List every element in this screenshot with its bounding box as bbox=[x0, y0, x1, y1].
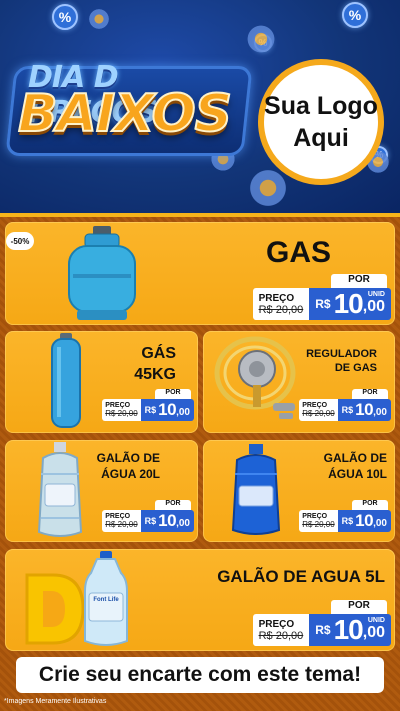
title-baixos: BAIXOS bbox=[17, 83, 233, 145]
old-price-label: PREÇO bbox=[258, 618, 295, 630]
disclaimer-text: *Imagens Meramente Ilustrativas bbox=[4, 698, 107, 705]
old-price-box: PREÇO R$ 20,00 bbox=[102, 510, 141, 532]
logo-line1: Sua Logo bbox=[264, 92, 378, 120]
old-price-label: PREÇO bbox=[302, 513, 328, 520]
old-price: R$ 20,00 bbox=[258, 629, 304, 642]
old-price-box: PREÇO R$ 20,00 bbox=[252, 288, 310, 320]
logo-line2: Aqui bbox=[293, 124, 349, 152]
new-price-box: POR R$ 10 ,00 bbox=[140, 389, 194, 421]
new-price-box: POR R$ 10 ,00 bbox=[140, 500, 194, 532]
price-integer: 10 bbox=[355, 511, 374, 530]
percent-badge-icon: % bbox=[342, 2, 368, 28]
regulator-image bbox=[214, 336, 296, 419]
product-card-gas-45kg: GÁS 45KG PREÇO R$ 20,00 POR R$ 10 ,00 bbox=[5, 331, 198, 433]
price-integer: 10 bbox=[355, 400, 374, 419]
currency: R$ bbox=[315, 297, 331, 311]
water-jug-10l-image bbox=[231, 444, 281, 535]
price-integer: 10 bbox=[158, 400, 177, 419]
old-price: R$ 20,00 bbox=[105, 409, 138, 418]
gear-decoration-icon bbox=[248, 168, 288, 208]
old-price-label: PREÇO bbox=[105, 402, 131, 409]
discount-badge: -50% bbox=[6, 232, 34, 250]
product-card-galao-5l: Font Life GALÃO DE AGUA 5L PREÇO R$ 20,0… bbox=[5, 549, 395, 651]
currency: R$ bbox=[144, 516, 157, 526]
price-tag: PREÇO R$ 20,00 POR R$ 10 ,00 bbox=[102, 389, 194, 421]
new-price-box: POR R$ 10 ,00 UNID bbox=[309, 600, 391, 646]
new-price-box: POR R$ 10 ,00 UNID bbox=[309, 274, 391, 320]
new-price-box: POR R$ 10 ,00 bbox=[337, 500, 391, 532]
product-name: GALÃO DE ÁGUA 10L bbox=[323, 451, 387, 481]
price-integer: 10 bbox=[158, 511, 177, 530]
por-label: POR bbox=[331, 274, 387, 288]
product-card-regulador: REGULADOR DE GAS PREÇO R$ 20,00 POR R$ 1… bbox=[203, 331, 395, 433]
price-decimal: ,00 bbox=[373, 406, 387, 418]
price-decimal: ,00 bbox=[362, 624, 385, 641]
price-tag: PREÇO R$ 20,00 POR R$ 10 ,00 bbox=[102, 500, 194, 532]
percent-badge-icon: % bbox=[52, 4, 78, 30]
price-tag: PREÇO R$ 20,00 POR R$ 10 ,00 UNID bbox=[252, 600, 391, 646]
gear-decoration-icon bbox=[246, 24, 276, 54]
product-name: GÁS 45KG bbox=[134, 345, 176, 383]
product-card-gas: GAS PREÇO R$ 20,00 POR R$ 10 ,00 UNID bbox=[5, 222, 395, 325]
price-tag: PREÇO R$ 20,00 POR R$ 10 ,00 bbox=[299, 500, 391, 532]
price-decimal: ,00 bbox=[373, 517, 387, 529]
old-price: R$ 20,00 bbox=[302, 409, 335, 418]
product-name: GALÃO DE ÁGUA 20L bbox=[96, 451, 160, 481]
tall-cylinder-image bbox=[51, 333, 81, 428]
price-decimal: ,00 bbox=[176, 406, 190, 418]
product-card-galao-10l: GALÃO DE ÁGUA 10L PREÇO R$ 20,00 POR R$ … bbox=[203, 440, 395, 542]
old-price: R$ 20,00 bbox=[105, 520, 138, 529]
currency: R$ bbox=[315, 623, 331, 637]
old-price-label: PREÇO bbox=[302, 402, 328, 409]
old-price-label: PREÇO bbox=[105, 513, 131, 520]
price-tag: PREÇO R$ 20,00 POR R$ 10 ,00 bbox=[299, 389, 391, 421]
water-jug-20l-image bbox=[37, 442, 83, 537]
por-label: POR bbox=[352, 500, 388, 510]
currency: R$ bbox=[341, 405, 354, 415]
gas-cylinder-image bbox=[68, 226, 136, 320]
old-price-label: PREÇO bbox=[258, 292, 295, 304]
unit-label: UNID bbox=[367, 291, 385, 298]
old-price: R$ 20,00 bbox=[258, 303, 304, 316]
cta-banner[interactable]: Crie seu encarte com este tema! bbox=[16, 657, 384, 693]
old-price-box: PREÇO R$ 20,00 bbox=[299, 510, 338, 532]
new-price-box: POR R$ 10 ,00 bbox=[337, 389, 391, 421]
price-integer: 10 bbox=[333, 614, 364, 645]
header-banner: % % % % DIA D PREÇOS BAIXOS Sua Logo Aqu… bbox=[0, 0, 400, 213]
old-price-box: PREÇO R$ 20,00 bbox=[102, 399, 141, 421]
por-label: POR bbox=[331, 600, 387, 614]
old-price-box: PREÇO R$ 20,00 bbox=[252, 614, 310, 646]
por-label: POR bbox=[155, 500, 191, 510]
old-price-box: PREÇO R$ 20,00 bbox=[299, 399, 338, 421]
price-tag: PREÇO R$ 20,00 POR R$ 10 ,00 UNID bbox=[252, 274, 391, 320]
currency: R$ bbox=[144, 405, 157, 415]
unit-label: UNID bbox=[367, 617, 385, 624]
logo-placeholder: Sua Logo Aqui bbox=[258, 59, 384, 185]
letter-d-decoration bbox=[25, 573, 85, 645]
product-name: GALÃO DE AGUA 5L bbox=[217, 567, 385, 586]
old-price: R$ 20,00 bbox=[302, 520, 335, 529]
product-name: REGULADOR DE GAS bbox=[306, 348, 377, 374]
gear-decoration-icon bbox=[88, 8, 110, 30]
por-label: POR bbox=[352, 389, 388, 399]
price-decimal: ,00 bbox=[362, 298, 385, 315]
price-decimal: ,00 bbox=[176, 517, 190, 529]
water-brand-label: Font Life bbox=[93, 597, 119, 603]
product-name: GAS bbox=[265, 236, 331, 269]
product-card-galao-20l: GALÃO DE ÁGUA 20L PREÇO R$ 20,00 POR R$ … bbox=[5, 440, 198, 542]
por-label: POR bbox=[155, 389, 191, 399]
price-integer: 10 bbox=[333, 288, 364, 319]
currency: R$ bbox=[341, 516, 354, 526]
